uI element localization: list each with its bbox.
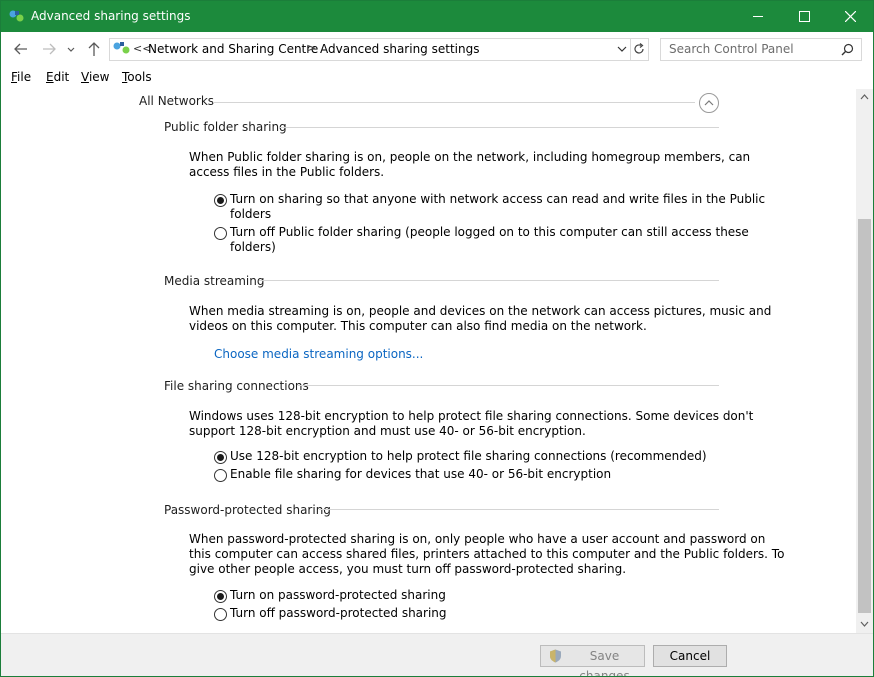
password-sharing-description-line1: When password-protected sharing is on, o… — [189, 532, 766, 546]
heading-media-streaming: Media streaming — [164, 274, 265, 288]
close-button[interactable] — [827, 1, 873, 32]
collapse-section-button[interactable] — [699, 93, 719, 113]
public-folder-description-line2: access files in the Public folders. — [189, 165, 385, 179]
menu-file-label: ile — [17, 70, 32, 84]
refresh-icon — [634, 43, 644, 54]
heading-password-protected-sharing: Password-protected sharing — [164, 503, 331, 517]
divider — [213, 102, 695, 103]
media-streaming-description-line1: When media streaming is on, people and d… — [189, 304, 772, 318]
chevron-up-icon — [704, 100, 714, 106]
scroll-up-icon[interactable] — [860, 93, 869, 100]
back-button[interactable] — [12, 40, 30, 58]
radio-password-sharing-off-label[interactable]: Turn off password-protected sharing — [230, 606, 447, 621]
password-sharing-description-line2: this computer can access shared files, p… — [189, 547, 785, 561]
menu-edit[interactable]: Edit — [46, 70, 69, 84]
radio-public-folder-off[interactable] — [214, 227, 227, 240]
arrow-up-icon — [88, 42, 100, 56]
title-bar[interactable]: Advanced sharing settings — [1, 1, 873, 32]
scrollbar-thumb[interactable] — [858, 219, 871, 613]
menu-file[interactable]: File — [11, 70, 31, 84]
password-sharing-description-line3: give other people access, you must turn … — [189, 562, 627, 576]
search-placeholder: Search Control Panel — [669, 42, 794, 56]
search-input[interactable]: Search Control Panel — [660, 38, 862, 61]
menu-view-accel: V — [81, 70, 89, 84]
menu-tools-label: ools — [127, 70, 152, 84]
footer-bar: Save changes Cancel — [1, 633, 873, 676]
public-folder-description-line1: When Public folder sharing is on, people… — [189, 150, 751, 164]
save-changes-button[interactable]: Save changes — [540, 645, 645, 676]
radio-public-folder-off-label-line1: Turn off Public folder sharing (people l… — [230, 225, 749, 239]
radio-public-folder-on-label-line1: Turn on sharing so that anyone with netw… — [230, 192, 766, 206]
navigation-bar: << Network and Sharing Centre > Advanced… — [1, 32, 873, 66]
divider — [279, 127, 719, 128]
chevron-down-icon — [67, 47, 75, 52]
file-sharing-description: Windows uses 128-bit encryption to help … — [189, 409, 753, 439]
media-streaming-description: When media streaming is on, people and d… — [189, 304, 771, 334]
save-changes-label: Save changes — [579, 649, 630, 677]
radio-128-bit-encryption-label[interactable]: Use 128-bit encryption to help protect f… — [230, 449, 707, 464]
maximize-icon — [799, 11, 810, 22]
up-button[interactable] — [85, 40, 103, 58]
media-streaming-description-line2: videos on this computer. This computer c… — [189, 319, 647, 333]
section-title-all-networks: All Networks — [139, 94, 215, 108]
forward-button[interactable] — [40, 40, 58, 58]
file-sharing-description-line1: Windows uses 128-bit encryption to help … — [189, 409, 754, 423]
menu-tools[interactable]: Tools — [122, 70, 152, 84]
recent-locations-button[interactable] — [65, 40, 77, 58]
settings-content: All Networks Public folder sharing When … — [1, 89, 856, 633]
breadcrumb-network-sharing-centre[interactable]: Network and Sharing Centre — [148, 42, 318, 56]
breadcrumb-advanced-sharing[interactable]: Advanced sharing settings — [320, 42, 479, 56]
arrow-left-icon — [14, 43, 27, 55]
window: Advanced sharing settings << Network and… — [0, 0, 874, 677]
minimize-button[interactable] — [735, 1, 781, 32]
cancel-button[interactable]: Cancel — [653, 645, 727, 667]
radio-password-sharing-on[interactable] — [214, 590, 227, 603]
radio-128-bit-encryption[interactable] — [214, 451, 227, 464]
password-sharing-description: When password-protected sharing is on, o… — [189, 532, 784, 577]
radio-public-folder-off-label[interactable]: Turn off Public folder sharing (people l… — [230, 225, 749, 255]
radio-password-sharing-off[interactable] — [214, 608, 227, 621]
radio-password-sharing-on-label[interactable]: Turn on password-protected sharing — [230, 588, 446, 603]
divider — [298, 385, 719, 386]
address-bar[interactable]: << Network and Sharing Centre > Advanced… — [109, 38, 631, 61]
network-app-icon — [9, 10, 24, 22]
network-icon — [113, 42, 130, 54]
file-sharing-description-line2: support 128-bit encryption and must use … — [189, 424, 586, 438]
arrow-right-icon — [43, 43, 56, 55]
radio-40-56-bit-encryption[interactable] — [214, 469, 227, 482]
menu-view-label: iew — [88, 70, 110, 84]
window-title: Advanced sharing settings — [31, 9, 191, 23]
breadcrumb-separator[interactable]: > — [306, 41, 316, 55]
scroll-down-icon[interactable] — [860, 621, 869, 628]
media-streaming-options-link[interactable]: Choose media streaming options... — [214, 347, 423, 361]
divider — [259, 280, 719, 281]
public-folder-description: When Public folder sharing is on, people… — [189, 150, 750, 180]
uac-shield-icon — [550, 649, 561, 663]
divider — [319, 509, 719, 510]
heading-public-folder-sharing: Public folder sharing — [164, 120, 287, 134]
radio-public-folder-on[interactable] — [214, 194, 227, 207]
radio-public-folder-off-label-line2: folders) — [230, 240, 276, 254]
refresh-button[interactable] — [630, 38, 649, 61]
menu-bar: File Edit View Tools — [1, 66, 873, 88]
chevron-down-icon[interactable] — [617, 44, 627, 54]
menu-view[interactable]: View — [81, 70, 109, 84]
search-icon[interactable] — [841, 43, 854, 56]
menu-edit-label: dit — [53, 70, 70, 84]
radio-40-56-bit-encryption-label[interactable]: Enable file sharing for devices that use… — [230, 467, 611, 482]
maximize-button[interactable] — [781, 1, 827, 32]
menu-edit-accel: E — [46, 70, 54, 84]
radio-public-folder-on-label-line2: folders — [230, 207, 272, 221]
close-icon — [845, 11, 856, 22]
vertical-scrollbar[interactable] — [856, 89, 873, 633]
heading-file-sharing-connections: File sharing connections — [164, 379, 309, 393]
radio-public-folder-on-label[interactable]: Turn on sharing so that anyone with netw… — [230, 192, 765, 222]
minimize-icon — [753, 16, 763, 17]
